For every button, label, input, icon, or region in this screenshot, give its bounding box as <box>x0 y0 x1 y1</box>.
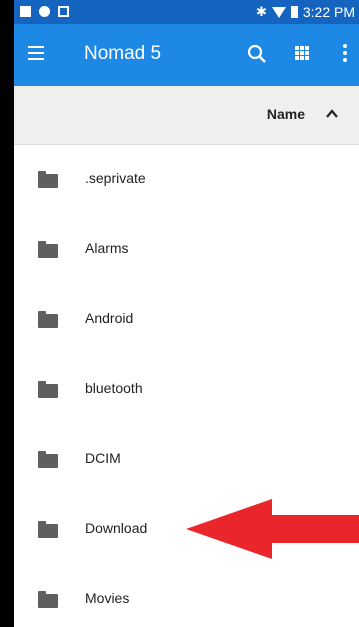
folder-name: bluetooth <box>85 380 143 396</box>
notification-icons <box>20 6 69 17</box>
bluetooth-icon: ✱ <box>255 4 267 19</box>
folder-name: Download <box>85 520 148 536</box>
sort-label[interactable]: Name <box>267 106 305 122</box>
wifi-icon <box>271 6 286 18</box>
folder-icon <box>38 521 58 538</box>
folder-icon <box>38 311 58 328</box>
menu-icon[interactable] <box>28 46 44 60</box>
folder-name: Android <box>85 310 134 326</box>
list-item[interactable]: DCIM <box>14 425 359 495</box>
app-title: Nomad 5 <box>84 43 162 64</box>
search-icon[interactable] <box>246 43 268 65</box>
message-notification-icon <box>58 6 69 17</box>
red-pointer-arrow-icon <box>186 499 359 559</box>
folder-icon <box>38 171 58 188</box>
folder-name: DCIM <box>85 450 121 466</box>
system-icons: ✱ 3:22 PM <box>256 4 355 20</box>
sort-bar[interactable]: Name <box>14 86 359 145</box>
folder-icon <box>38 381 58 398</box>
list-item[interactable]: bluetooth <box>14 355 359 425</box>
folder-icon <box>38 591 58 608</box>
folder-name: Alarms <box>85 240 129 256</box>
phone-screen: ✱ 3:22 PM Nomad 5 Name .seprivate Alarms… <box>14 0 359 627</box>
status-time: 3:22 PM <box>302 4 355 20</box>
dot-notification-icon <box>39 6 50 17</box>
photo-notification-icon <box>20 6 31 17</box>
list-item[interactable]: .seprivate <box>14 145 359 215</box>
list-item[interactable]: Alarms <box>14 215 359 285</box>
sort-ascending-icon[interactable] <box>325 107 339 121</box>
battery-icon <box>290 6 298 18</box>
list-item[interactable]: Movies <box>14 565 359 627</box>
app-bar: Nomad 5 <box>14 24 359 86</box>
grid-view-icon[interactable] <box>295 46 309 60</box>
folder-name: .seprivate <box>85 170 146 186</box>
status-bar: ✱ 3:22 PM <box>14 0 359 24</box>
folder-name: Movies <box>85 590 130 606</box>
folder-icon <box>38 451 58 468</box>
folder-icon <box>38 241 58 258</box>
list-item[interactable]: Android <box>14 285 359 355</box>
more-options-icon[interactable] <box>343 44 347 62</box>
